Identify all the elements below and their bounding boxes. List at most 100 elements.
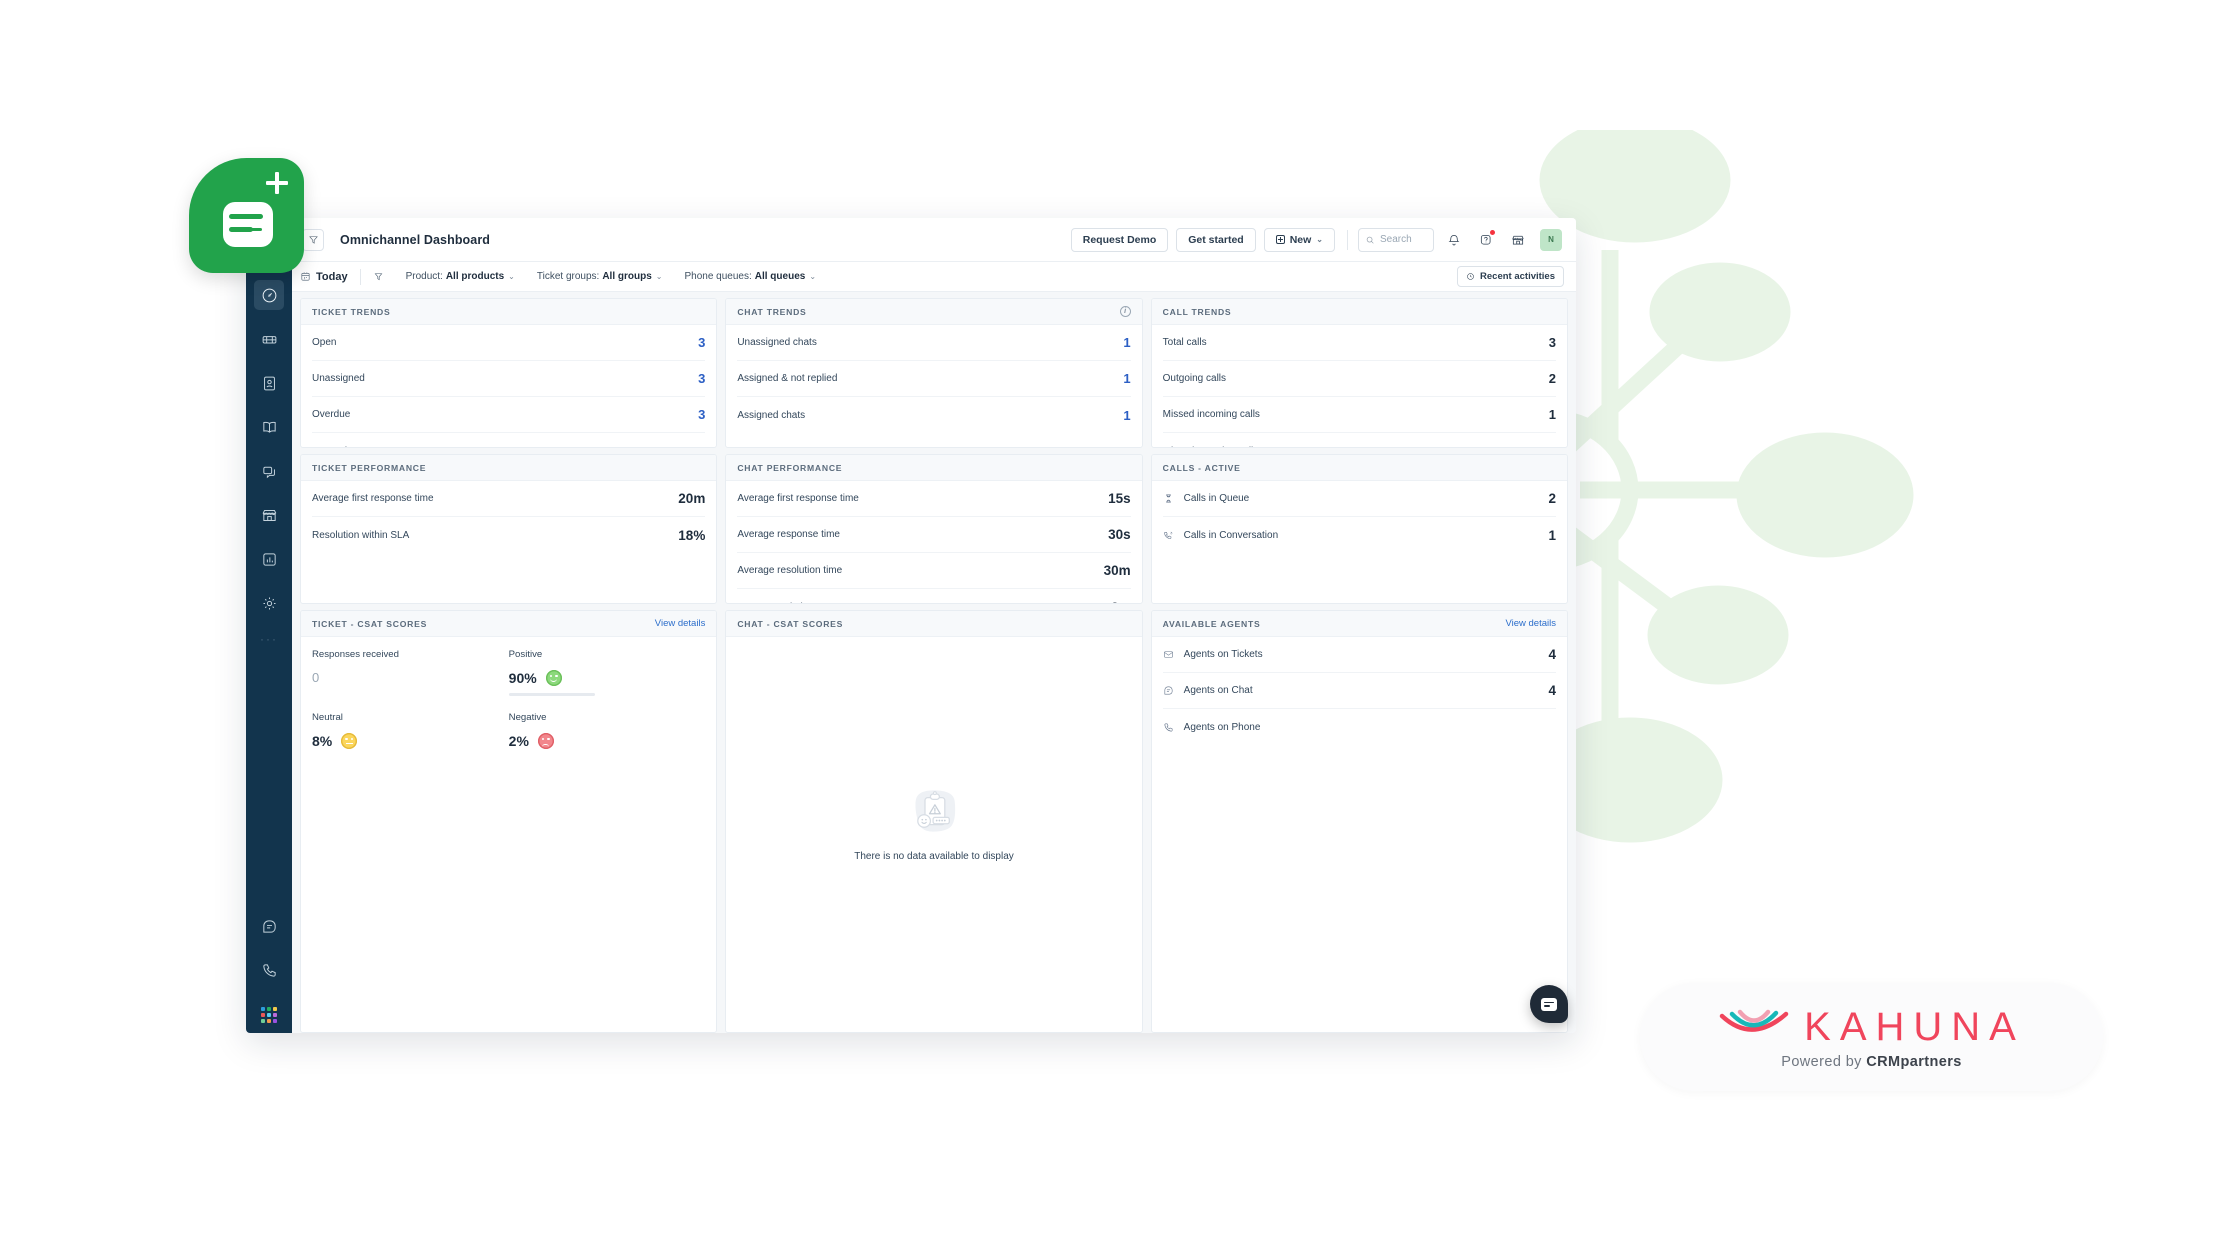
table-row[interactable]: Due today 0 <box>312 433 705 448</box>
recent-activities-label: Recent activities <box>1480 271 1555 282</box>
table-row[interactable]: Unassigned chats 1 <box>737 325 1131 361</box>
sidebar-item-analytics[interactable] <box>254 544 284 574</box>
row-value: 2 <box>1548 491 1556 506</box>
table-row[interactable]: Average first response time 15s <box>737 481 1131 517</box>
table-row[interactable]: Average resolution time 30m <box>737 553 1131 589</box>
sidebar-bottom-group <box>254 911 284 1033</box>
sidebar-item-settings[interactable] <box>254 588 284 618</box>
table-row[interactable]: Agents on Chat 4 <box>1162 673 1556 709</box>
filter-toggle-button[interactable] <box>302 228 324 251</box>
table-row[interactable]: Missed outgoing calls 0 <box>1163 433 1556 448</box>
chat-bubble-glyph <box>223 202 273 247</box>
row-value: 1 <box>1123 407 1131 423</box>
sidebar-item-marketplace[interactable] <box>254 500 284 530</box>
table-row[interactable]: Calls in Conversation 1 <box>1163 517 1556 553</box>
table-row[interactable]: Agents on Tickets 4 <box>1162 637 1556 673</box>
card-ticket-csat: TICKET - CSAT SCORES View details Respon… <box>300 610 718 1033</box>
filter-product-label: Product: <box>405 271 443 282</box>
table-row[interactable]: Average first response time 20m <box>312 481 706 517</box>
info-circle-icon[interactable]: i <box>1119 306 1131 317</box>
funnel-icon <box>374 273 382 281</box>
sidebar-item-contacts[interactable] <box>254 368 284 398</box>
sidebar-item-knowledge-base[interactable] <box>254 412 284 442</box>
filter-phone-queues[interactable]: Phone queues: All queues ⌄ <box>684 271 816 282</box>
hourglass-icon <box>1163 493 1176 504</box>
table-row[interactable]: Assigned & not replied 1 <box>737 361 1131 397</box>
table-row[interactable]: Calls in Queue 2 <box>1162 481 1556 517</box>
table-row[interactable]: Missed incoming calls 1 <box>1162 397 1556 433</box>
view-details-link[interactable]: View details <box>655 618 706 629</box>
table-row[interactable]: Average response time 30s <box>737 517 1131 553</box>
table-row[interactable]: Overdue 3 <box>312 397 706 433</box>
row-label: Assigned & not replied <box>737 373 838 384</box>
card-body: Open 3 Unassigned 3 Overdue 3 Due toda <box>301 325 716 448</box>
sidebar-item-apps-switcher[interactable] <box>261 1007 277 1023</box>
row-value: 3 <box>1548 335 1556 350</box>
new-button[interactable]: New ⌄ <box>1263 227 1335 252</box>
row-label: Overdue <box>312 409 351 420</box>
help-button[interactable] <box>1474 228 1498 252</box>
new-button-label: New <box>1289 233 1312 246</box>
sidebar-item-messaging[interactable] <box>254 911 284 941</box>
sidebar-item-tickets[interactable] <box>254 324 284 354</box>
table-row[interactable]: Average wait time 2m <box>737 589 1130 604</box>
recent-activities-button[interactable]: Recent activities <box>1457 266 1564 287</box>
card-title: TICKET PERFORMANCE <box>312 462 427 473</box>
gear-icon <box>262 596 276 610</box>
chevron-down-icon: ⌄ <box>508 272 515 281</box>
search-icon <box>1366 236 1374 244</box>
view-details-link[interactable]: View details <box>1505 618 1556 629</box>
row-value: 1 <box>1548 527 1556 543</box>
screenshot-root: ··· Omnichannel Dashboard Request Demo G… <box>0 0 2240 1260</box>
avatar[interactable]: N <box>1540 228 1562 251</box>
csat-value: 2% <box>508 733 529 749</box>
sidebar-more-dots: ··· <box>260 632 278 646</box>
sidebar-item-chat[interactable] <box>254 456 284 486</box>
neutral-face-icon <box>341 733 358 749</box>
csat-neutral: Neutral 8% <box>312 712 509 775</box>
filter-phone-queues-value: All queues <box>754 271 806 282</box>
funnel-filter-button[interactable] <box>373 271 384 282</box>
search-placeholder: Search <box>1380 234 1412 245</box>
card-title: CALLS - ACTIVE <box>1162 462 1241 473</box>
table-row[interactable]: Outgoing calls 2 <box>1162 361 1556 397</box>
search-input[interactable]: Search <box>1358 227 1434 252</box>
marketplace-button[interactable] <box>1506 228 1530 252</box>
chat-widget-button[interactable] <box>1530 985 1568 1023</box>
table-row[interactable]: Total calls 3 <box>1162 325 1556 361</box>
table-row[interactable]: Assigned chats 1 <box>737 397 1130 433</box>
card-title: CALL TRENDS <box>1162 306 1232 317</box>
row-value: 0 <box>698 444 705 448</box>
table-row[interactable]: Unassigned 3 <box>312 361 706 397</box>
get-started-button[interactable]: Get started <box>1176 227 1256 252</box>
row-value: 2 <box>1548 371 1556 386</box>
row-label: Average wait time <box>737 602 1111 604</box>
date-range-filter[interactable]: Today <box>300 271 348 283</box>
book-icon <box>262 421 276 433</box>
request-demo-button[interactable]: Request Demo <box>1070 227 1169 252</box>
sidebar-item-phone[interactable] <box>254 955 284 985</box>
filter-product[interactable]: Product: All products ⌄ <box>406 271 515 282</box>
csat-value: 90% <box>508 670 537 686</box>
card-available-agents: AVAILABLE AGENTS View details Agents on … <box>1150 610 1568 1033</box>
phone-icon <box>262 963 276 977</box>
filter-ticket-groups[interactable]: Ticket groups: All groups ⌄ <box>537 271 663 282</box>
card-chat-trends: CHAT TRENDS i Unassigned chats 1 Assigne… <box>725 298 1143 448</box>
card-title: CHAT PERFORMANCE <box>737 462 843 473</box>
empty-state: There is no data available to display <box>726 637 1141 1032</box>
notifications-button[interactable] <box>1442 228 1466 252</box>
sidebar-item-dashboard[interactable] <box>254 280 284 310</box>
table-row[interactable]: Agents on Phone <box>1163 709 1556 745</box>
row-label: Assigned chats <box>737 409 806 421</box>
storefront-icon <box>1512 235 1524 244</box>
table-row[interactable]: Open 3 <box>312 325 706 361</box>
row-label: Unassigned chats <box>737 337 817 348</box>
csat-value: 0 <box>312 670 320 685</box>
app-launcher-icon[interactable] <box>189 158 304 273</box>
filter-divider <box>359 268 361 285</box>
table-row[interactable]: Resolution within SLA 18% <box>312 517 705 553</box>
row-label: Outgoing calls <box>1162 373 1227 384</box>
card-body: Total calls 3 Outgoing calls 2 Missed in… <box>1152 325 1567 448</box>
filter-bar: Today Product: All products ⌄ Ticket gro… <box>292 262 1576 292</box>
row-label: Missed outgoing calls <box>1163 446 1549 448</box>
